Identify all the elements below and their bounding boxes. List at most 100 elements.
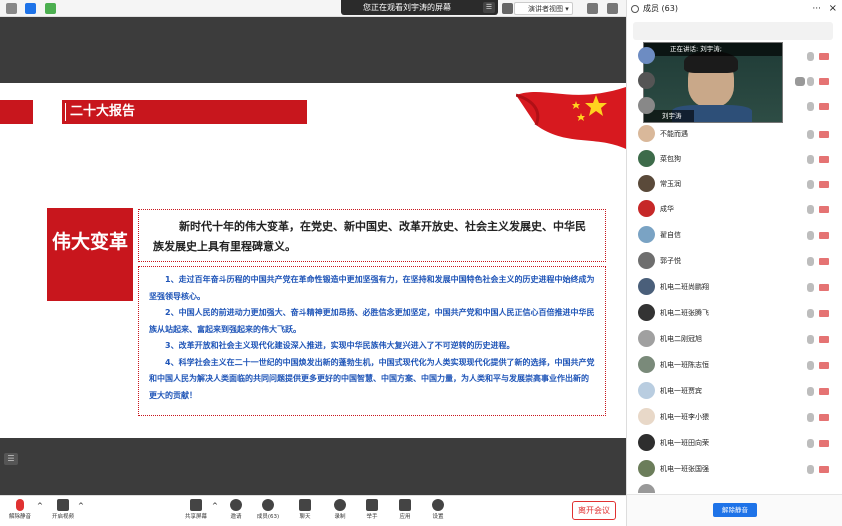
list-icon[interactable]: ☰ [4,453,18,465]
camera-off-icon[interactable] [819,103,829,110]
members-panel: 成员 (63) ··· × 正在讲话: 刘宇涛; 刘宇涛 不能而遇 菜包狗 常玉… [626,0,842,526]
signal-icon[interactable] [45,3,56,14]
list-item[interactable]: 机电一班张国强 [627,457,842,482]
hand-icon [366,499,378,511]
record-icon [334,499,346,511]
chevron-up-icon[interactable]: ^ [212,502,218,510]
list-item[interactable]: 成华 [627,197,842,222]
camera-off-icon[interactable] [819,336,829,343]
invite-button[interactable]: 邀请 [220,499,252,520]
camera-off-icon[interactable] [819,53,829,60]
member-name: 机电一班张国强 [660,465,709,473]
chevron-up-icon[interactable]: ^ [37,502,43,510]
camera-off-icon[interactable] [819,388,829,395]
list-item[interactable]: 常玉润 [627,172,842,197]
grid-icon[interactable] [502,3,513,14]
member-name: 菜包狗 [660,155,681,163]
members-button[interactable]: 成员(63) [252,499,284,520]
mic-off-icon[interactable] [807,413,814,422]
mic-off-icon[interactable] [807,465,814,474]
panel-header: 成员 (63) ··· × [627,0,842,18]
mic-off-icon[interactable] [807,387,814,396]
chevron-up-icon[interactable]: ^ [78,502,84,510]
presenter-view-dropdown[interactable]: 演讲者视图 ▾ [514,2,573,15]
mic-off-icon[interactable] [807,52,814,61]
list-item[interactable]: 机电一班贾宾 [627,379,842,404]
unmute-all-button[interactable]: 解除静音 [713,503,757,517]
member-name: 机电二刚冠旭 [660,335,702,343]
camera-off-icon[interactable] [819,232,829,239]
mic-off-icon[interactable] [807,205,814,214]
list-item[interactable]: 机电一班李小猥 [627,405,842,430]
chat-button[interactable]: 聊天 [289,499,321,520]
mic-off-icon[interactable] [807,283,814,292]
camera-off-icon[interactable] [819,258,829,265]
meeting-window: 您正在观看刘宇涛的屏幕 ☰ 演讲者视图 ▾ 二十大报告 伟大变革 新时代十年的伟… [0,0,842,526]
mute-button[interactable]: 解除静音 [4,499,36,520]
list-item[interactable]: 不能而遇 [627,122,842,147]
mic-off-icon[interactable] [807,130,814,139]
settings-button[interactable]: 设置 [422,499,454,520]
member-name: 成华 [660,205,674,213]
mic-off-icon[interactable] [807,309,814,318]
list-item[interactable]: 机电二班张腾飞 [627,301,842,326]
point-item: 3、改革开放和社会主义现代化建设深入推进，实现中华民族伟大复兴进入了不可逆转的历… [165,341,515,350]
menu-icon[interactable]: ☰ [483,2,495,13]
list-item[interactable]: 郭子悦 [627,249,842,274]
record-button[interactable]: 录制 [324,499,356,520]
screen-share-banner: 您正在观看刘宇涛的屏幕 ☰ [341,0,498,15]
list-item[interactable] [627,94,842,119]
camera-off-icon[interactable] [819,440,829,447]
camera-off-icon[interactable] [819,310,829,317]
member-name: 机电一班李小猥 [660,413,709,421]
list-item[interactable] [627,44,842,69]
mic-off-icon[interactable] [807,155,814,164]
leave-meeting-button[interactable]: 离开会议 [572,501,616,520]
apps-button[interactable]: 应用 [389,499,421,520]
fullscreen-icon[interactable] [587,3,598,14]
raise-hand-button[interactable]: 举手 [356,499,388,520]
mic-off-icon[interactable] [807,77,814,86]
list-item[interactable] [627,69,842,94]
mic-off-icon[interactable] [807,180,814,189]
camera-off-icon[interactable] [819,181,829,188]
mic-off-icon[interactable] [807,257,814,266]
avatar [638,460,655,477]
security-icon[interactable] [25,3,36,14]
network-icon[interactable] [6,3,17,14]
camera-off-icon[interactable] [819,206,829,213]
camera-off-icon[interactable] [819,414,829,421]
mic-off-icon[interactable] [807,231,814,240]
camera-off-icon[interactable] [819,131,829,138]
camera-off-icon[interactable] [819,362,829,369]
meeting-toolbar: 解除静音 ^ 开启视频 ^ 共享屏幕 ^ 邀请 成员(63) 聊天 录制 举手 … [0,495,626,526]
mic-off-icon[interactable] [807,102,814,111]
mic-off-icon[interactable] [807,335,814,344]
camera-off-icon[interactable] [819,156,829,163]
share-screen-button[interactable]: 共享屏幕 [180,499,212,520]
list-item[interactable]: 机电二刚冠旭 [627,327,842,352]
sidebar-toggle-icon[interactable] [607,3,618,14]
headline-box: 新时代十年的伟大变革，在党史、新中国史、改革开放史、社会主义发展史、中华民族发展… [138,209,606,262]
camera-off-icon[interactable] [819,466,829,473]
points-box: 1、走过百年奋斗历程的中国共产党在革命性锻造中更加坚强有力，在坚持和发展中国特色… [138,266,606,416]
camera-off-icon[interactable] [819,78,829,85]
list-item[interactable]: 机电二班尚鹏翔 [627,275,842,300]
close-icon[interactable]: × [829,0,837,18]
list-item[interactable]: 机电一班田向荣 [627,431,842,456]
camera-off-icon[interactable] [819,284,829,291]
list-item[interactable]: 菜包狗 [627,147,842,172]
mic-off-icon[interactable] [807,439,814,448]
avatar [638,356,655,373]
more-icon[interactable]: ··· [812,0,821,18]
list-item[interactable]: 翟自信 [627,223,842,248]
banner-text: 您正在观看刘宇涛的屏幕 [363,3,451,12]
list-item[interactable] [627,481,842,493]
avatar [638,125,655,142]
video-button[interactable]: 开启视频 [47,499,79,520]
list-item[interactable]: 机电一班陈志恒 [627,353,842,378]
member-name: 郭子悦 [660,257,681,265]
mic-off-icon[interactable] [807,361,814,370]
member-search[interactable] [633,22,833,40]
avatar [638,278,655,295]
